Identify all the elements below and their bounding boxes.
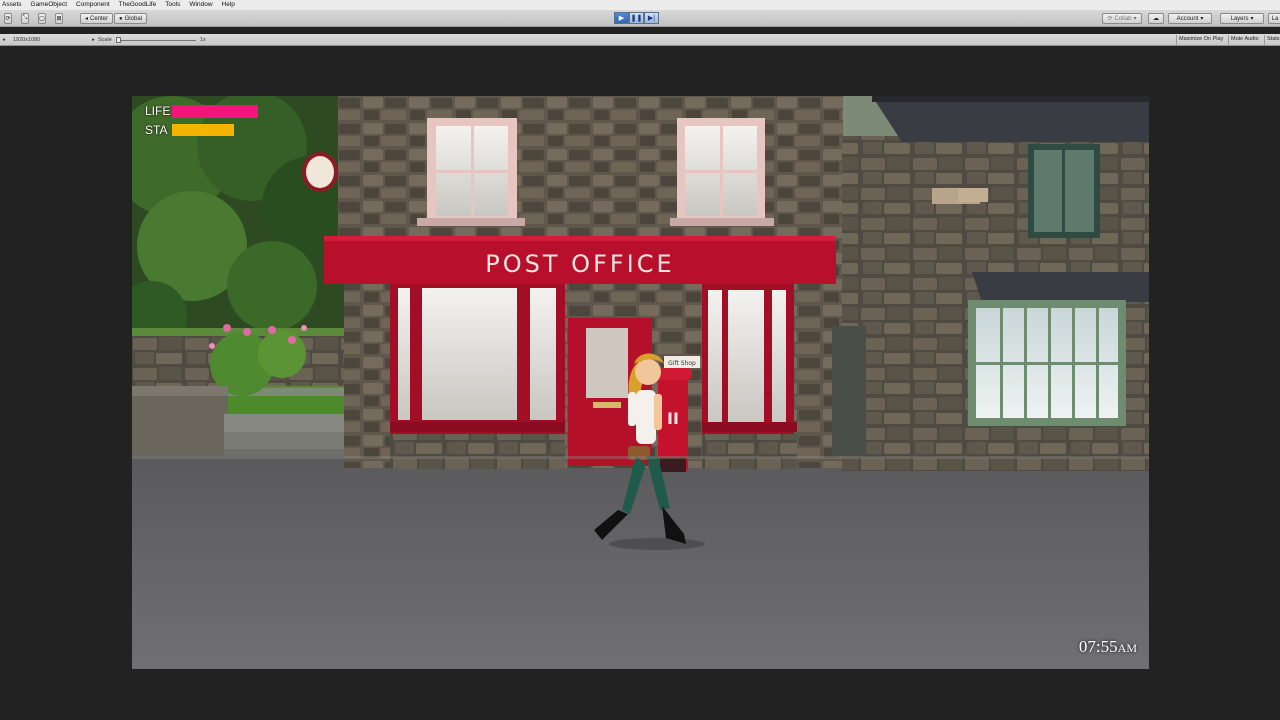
play-button[interactable]: ▶ [614, 12, 629, 24]
pause-icon: ❚❚ [630, 15, 643, 22]
layers-dropdown[interactable]: Layers ▾ [1220, 13, 1264, 24]
post-office-building: POST OFFICE Gift Shop [302, 96, 844, 469]
pivot-toggle-button[interactable]: ◂ Center [80, 13, 113, 24]
scale-tool-button[interactable]: ⤡ [21, 13, 29, 24]
space-toggle-button[interactable]: ● Global [114, 13, 147, 24]
transform-icon: ⊠ [56, 16, 62, 22]
rotate-icon: ⟳ [5, 16, 11, 22]
step-button[interactable]: ▶| [644, 12, 659, 24]
collab-button[interactable]: ⟳ Collab ▾ [1102, 13, 1142, 24]
resolution-dropdown[interactable]: 1920x1080 [13, 36, 40, 44]
menu-assets[interactable]: Assets [2, 0, 22, 10]
game-view-toolbar: ▸ 1920x1080 ▸ Scale 1x Maximize On Play … [0, 34, 1280, 46]
scale-label: Scale [98, 37, 112, 43]
clock-ampm: AM [1117, 641, 1137, 655]
stats-toggle[interactable]: Stats [1264, 35, 1280, 45]
menu-tools[interactable]: Tools [165, 0, 180, 10]
menu-gameobject[interactable]: GameObject [31, 0, 68, 10]
chevron-down-icon: ▸ [92, 37, 95, 43]
rect-tool-button[interactable]: ▢ [38, 13, 46, 24]
menu-window[interactable]: Window [189, 0, 212, 10]
menu-thegoodlife[interactable]: TheGoodLife [119, 0, 157, 10]
stamina-bar [172, 124, 234, 136]
gift-shop-sign: Gift Shop [668, 360, 696, 367]
rotate-tool-button[interactable]: ⟳ [4, 13, 12, 24]
play-icon: ▶ [618, 15, 625, 22]
pivot-icon: ◂ [84, 16, 88, 22]
account-dropdown[interactable]: Account ▾ [1168, 13, 1212, 24]
menu-help[interactable]: Help [222, 0, 235, 10]
scale-value: 1x [200, 37, 206, 43]
play-controls: ▶ ❚❚ ▶| [614, 12, 659, 24]
street [132, 456, 1149, 669]
game-scene: POST OFFICE Gift Shop II [132, 96, 1149, 669]
menu-bar: Assets GameObject Component TheGoodLife … [0, 0, 1280, 10]
pause-button[interactable]: ❚❚ [629, 12, 644, 24]
scale-slider-handle[interactable] [116, 37, 121, 43]
chevron-down-icon: ▾ [1133, 16, 1137, 22]
maximize-on-play-toggle[interactable]: Maximize On Play [1176, 35, 1225, 45]
clock-time: 07:55 [1078, 637, 1118, 656]
shop-sign-text: POST OFFICE [485, 250, 674, 278]
life-label: LIFE [145, 104, 171, 118]
refresh-icon: ⟳ [1107, 16, 1113, 22]
editor-toolbar: ⟳ ⤡ ▢ ⊠ ◂ Center ● Global ▶ ❚❚ ▶| ⟳ Collab ▾… [0, 10, 1280, 27]
game-clock: 07:55AM [1079, 637, 1137, 657]
cloud-icon: ☁ [1153, 16, 1159, 22]
scale-icon: ⤡ [22, 15, 28, 21]
stone-house [832, 96, 1149, 471]
life-bar [172, 105, 258, 118]
globe-icon: ● [119, 15, 123, 22]
scale-slider-track[interactable] [118, 40, 196, 41]
cloud-button[interactable]: ☁ [1148, 13, 1164, 24]
pause-glyph: II [667, 409, 679, 428]
chevron-down-icon: ▾ [1250, 16, 1254, 22]
chevron-down-icon: ▾ [1200, 16, 1204, 22]
transform-tool-button[interactable]: ⊠ [55, 13, 63, 24]
rect-icon: ▢ [39, 16, 45, 22]
game-viewport[interactable]: POST OFFICE Gift Shop II LIFE STA 07:55A… [132, 96, 1149, 669]
step-icon: ▶| [647, 15, 656, 22]
aspect-chevron-icon: ▸ [3, 37, 6, 43]
layout-dropdown[interactable]: La [1268, 13, 1280, 24]
menu-component[interactable]: Component [76, 0, 110, 10]
stamina-label: STA [145, 123, 168, 137]
mute-audio-toggle[interactable]: Mute Audio [1228, 35, 1261, 45]
